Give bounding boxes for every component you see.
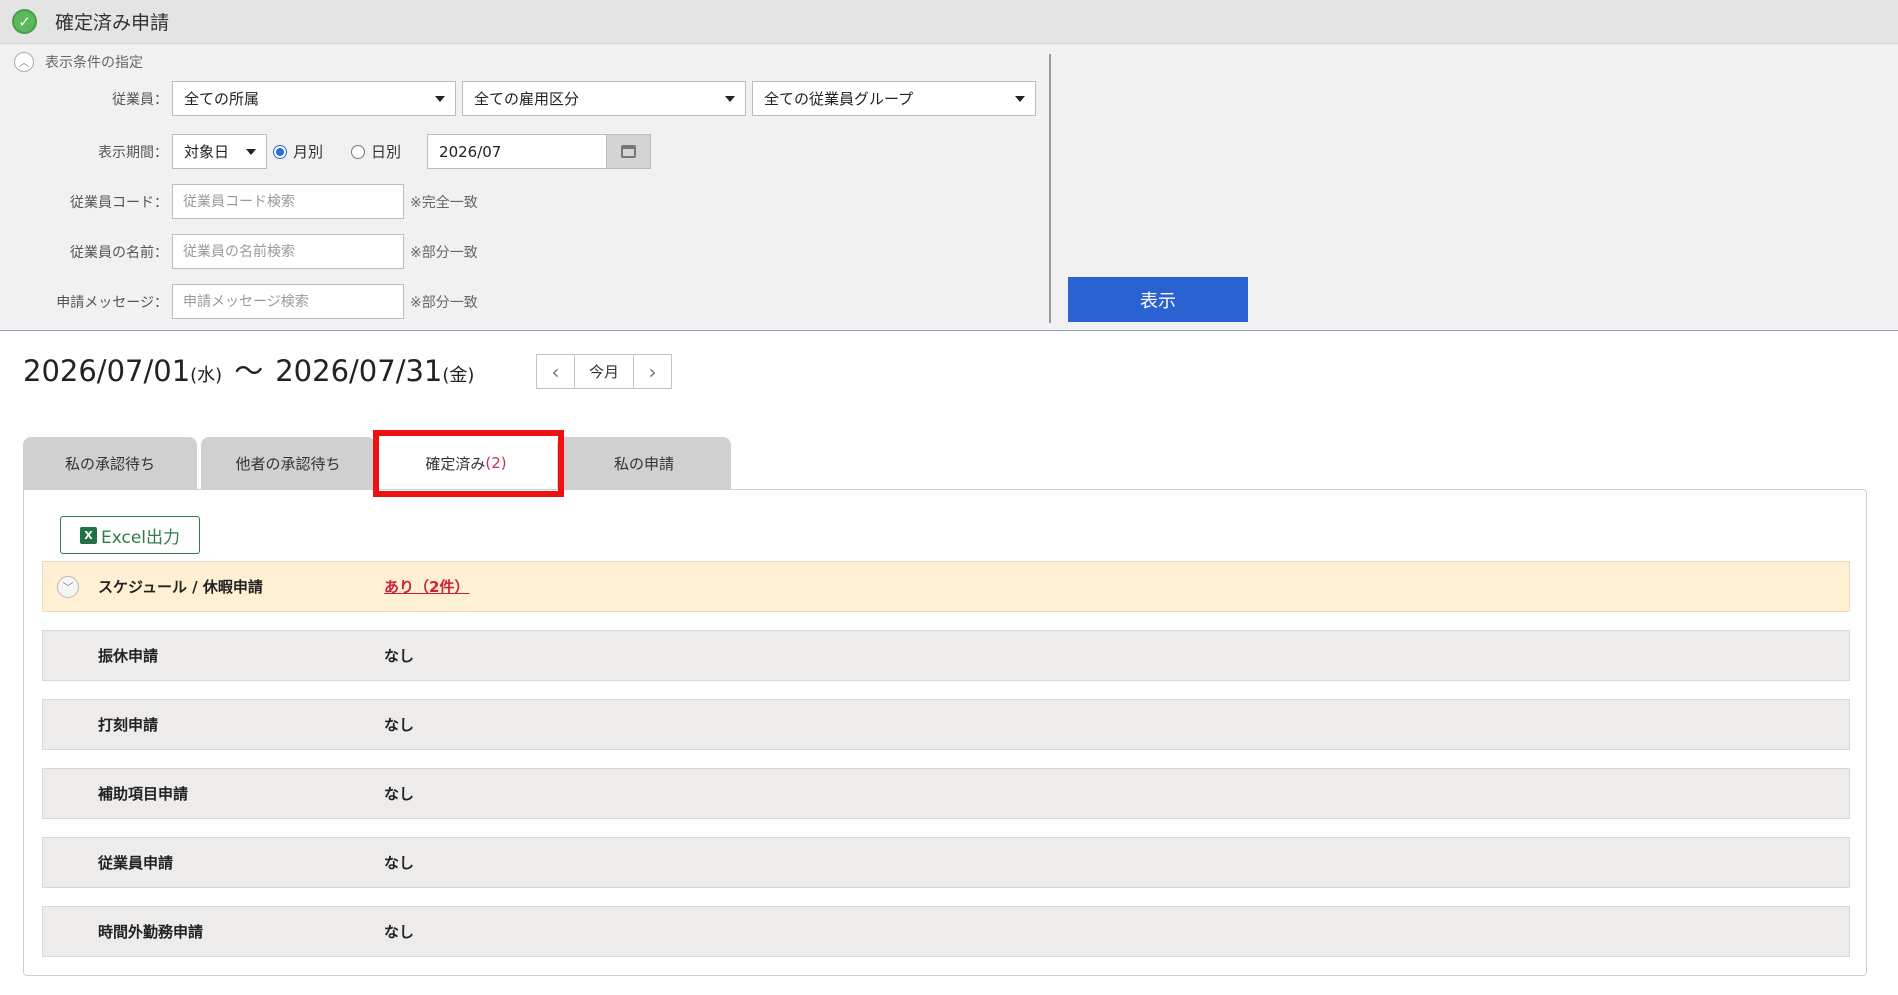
dropdown-arrow-icon <box>725 95 735 102</box>
code-label: 従業員コード： <box>70 194 168 211</box>
request-name: スケジュール / 休暇申請 <box>98 578 263 596</box>
request-row: 振休申請 なし <box>42 630 1850 681</box>
request-name: 補助項目申請 <box>98 785 189 803</box>
highlight-box <box>373 430 564 497</box>
tab-my-requests[interactable]: 私の申請 <box>557 437 731 489</box>
message-row: 申請メッセージ： ※部分一致 <box>0 284 478 319</box>
chevron-down-icon[interactable]: ﹀ <box>57 575 79 598</box>
period-range: 2026/07/01 (水) 〜 2026/07/31 (金) <box>23 348 474 390</box>
excel-icon: X <box>79 526 97 544</box>
period-start-dow: (水) <box>190 365 223 386</box>
period-type-select[interactable]: 対象日 <box>172 134 267 169</box>
period-type-value: 対象日 <box>184 143 230 161</box>
period-label: 表示期間： <box>98 144 168 161</box>
employee-name-input[interactable] <box>172 234 404 269</box>
tab-others-approval[interactable]: 他者の承認待ち <box>201 437 375 489</box>
affiliation-select[interactable]: 全ての所属 <box>172 81 456 116</box>
dropdown-arrow-icon <box>1015 95 1025 102</box>
employee-group-value: 全ての従業員グループ <box>764 90 914 108</box>
radio-monthly[interactable]: 月別 <box>273 141 323 162</box>
request-row: 打刻申請 なし <box>42 699 1850 750</box>
filter-divider <box>1049 54 1051 323</box>
request-status: なし <box>384 923 415 941</box>
requests-panel: X Excel出力 ﹀ スケジュール / 休暇申請 あり（2件） 振休申請 なし… <box>23 489 1867 976</box>
name-row: 従業員の名前： ※部分一致 <box>0 234 478 269</box>
filter-toggle-label: 表示条件の指定 <box>45 55 143 71</box>
request-name: 従業員申請 <box>98 854 174 872</box>
tab-my-approval[interactable]: 私の承認待ち <box>23 437 197 489</box>
request-row: 時間外勤務申請 なし <box>42 906 1850 957</box>
chevron-left-icon: ‹ <box>551 359 560 384</box>
employee-code-input[interactable] <box>172 184 404 219</box>
radio-daily[interactable]: 日別 <box>351 141 401 162</box>
message-note: ※部分一致 <box>410 294 478 311</box>
request-row: 従業員申請 なし <box>42 837 1850 888</box>
month-nav: ‹ 今月 › <box>536 354 672 389</box>
employment-type-select[interactable]: 全ての雇用区分 <box>462 81 746 116</box>
page-title: 確定済み申請 <box>55 12 170 34</box>
request-count-link[interactable]: あり（2件） <box>384 576 469 597</box>
radio-monthly-dot[interactable] <box>273 144 287 159</box>
prev-month-button[interactable]: ‹ <box>537 355 574 388</box>
period-start: 2026/07/01 <box>23 354 191 388</box>
message-label: 申請メッセージ： <box>56 294 168 311</box>
code-row: 従業員コード： ※完全一致 <box>0 184 478 219</box>
period-row: 表示期間： 対象日 月別 日別 2026/07 <box>0 134 652 169</box>
calendar-icon <box>621 145 637 158</box>
code-note: ※完全一致 <box>410 194 478 211</box>
name-label: 従業員の名前： <box>70 244 168 261</box>
dropdown-arrow-icon <box>435 95 445 102</box>
filter-area: ︿ 表示条件の指定 従業員： 全ての所属 全ての雇用区分 全ての従業員グループ … <box>0 44 1898 331</box>
radio-monthly-label: 月別 <box>293 143 324 161</box>
date-input[interactable]: 2026/07 <box>427 134 608 169</box>
this-month-button[interactable]: 今月 <box>574 355 634 388</box>
message-input[interactable] <box>172 284 404 319</box>
radio-daily-dot[interactable] <box>351 144 366 159</box>
affiliation-value: 全ての所属 <box>184 90 260 108</box>
title-bar: ✓ 確定済み申請 <box>0 0 1898 44</box>
employee-row: 従業員： 全ての所属 全ての雇用区分 全ての従業員グループ <box>0 81 1042 116</box>
request-name: 打刻申請 <box>98 716 159 734</box>
employment-type-value: 全ての雇用区分 <box>474 90 580 108</box>
period-end: 2026/07/31 <box>275 354 443 388</box>
name-note: ※部分一致 <box>410 244 478 261</box>
next-month-button[interactable]: › <box>634 355 671 388</box>
request-status: なし <box>384 647 415 665</box>
filter-toggle[interactable]: ︿ 表示条件の指定 <box>14 52 143 72</box>
excel-export-button[interactable]: X Excel出力 <box>60 516 200 554</box>
request-name: 時間外勤務申請 <box>98 923 204 941</box>
period-end-dow: (金) <box>442 365 475 386</box>
request-name: 振休申請 <box>98 647 159 665</box>
chevron-up-icon[interactable]: ︿ <box>14 52 34 72</box>
request-status: なし <box>384 785 415 803</box>
request-row[interactable]: ﹀ スケジュール / 休暇申請 あり（2件） <box>42 561 1850 612</box>
check-circle-icon: ✓ <box>12 9 37 34</box>
employee-label: 従業員： <box>112 91 168 108</box>
period-tilde: 〜 <box>234 354 264 388</box>
request-status: なし <box>384 716 415 734</box>
employee-group-select[interactable]: 全ての従業員グループ <box>752 81 1036 116</box>
show-button[interactable]: 表示 <box>1068 277 1248 322</box>
chevron-right-icon: › <box>648 359 657 384</box>
request-row: 補助項目申請 なし <box>42 768 1850 819</box>
dropdown-arrow-icon <box>246 148 256 155</box>
calendar-button[interactable] <box>607 134 652 169</box>
radio-daily-label: 日別 <box>371 143 402 161</box>
request-status: なし <box>384 854 415 872</box>
excel-export-label: Excel出力 <box>100 527 181 548</box>
